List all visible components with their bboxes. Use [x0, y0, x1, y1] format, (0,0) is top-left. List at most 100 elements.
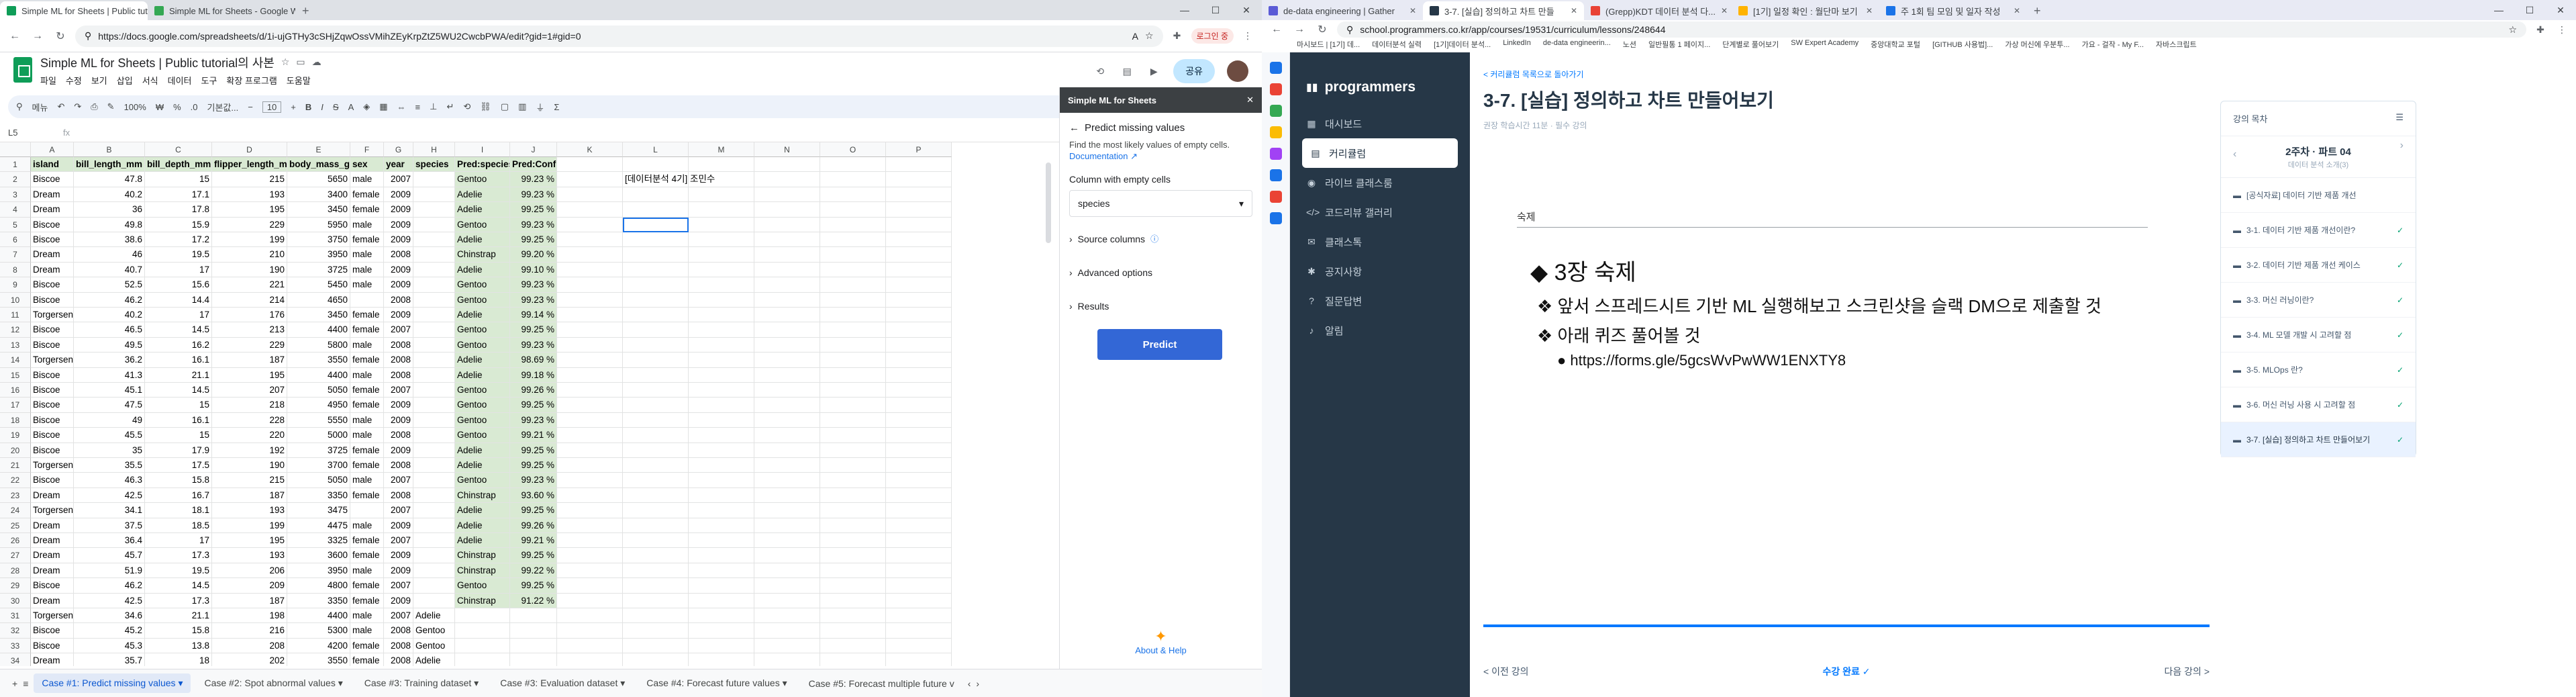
- advanced-options-expander[interactable]: › Advanced options: [1060, 244, 1262, 278]
- empty-cell[interactable]: [820, 367, 886, 383]
- data-cell[interactable]: 98.69 %: [510, 353, 557, 368]
- link-icon[interactable]: ⛓: [480, 101, 491, 112]
- data-cell[interactable]: 2008: [384, 623, 413, 639]
- column-header[interactable]: L: [623, 142, 689, 157]
- column-header[interactable]: D: [212, 142, 287, 157]
- data-cell[interactable]: female: [350, 533, 384, 549]
- data-cell[interactable]: Gentoo: [455, 428, 510, 443]
- data-cell[interactable]: 18.5: [145, 518, 212, 533]
- bookmark-item[interactable]: 단계별로 풀어보기: [1722, 39, 1779, 52]
- data-cell[interactable]: 2007: [384, 172, 413, 187]
- data-cell[interactable]: 99.21 %: [510, 533, 557, 549]
- data-cell[interactable]: Dream: [31, 187, 74, 203]
- toc-item[interactable]: ▬ 3-4. ML 모델 개발 시 고려할 점 ✓: [2221, 318, 2416, 353]
- empty-cell[interactable]: [623, 353, 689, 368]
- data-cell[interactable]: [413, 593, 455, 608]
- data-cell[interactable]: 13.8: [145, 638, 212, 654]
- data-cell[interactable]: 99.23 %: [510, 277, 557, 293]
- data-cell[interactable]: 229: [212, 337, 287, 353]
- column-header[interactable]: K: [557, 142, 623, 157]
- data-cell[interactable]: male: [350, 277, 384, 293]
- data-cell[interactable]: 187: [212, 353, 287, 368]
- empty-cell[interactable]: [886, 398, 952, 413]
- empty-cell[interactable]: [689, 157, 754, 173]
- empty-cell[interactable]: [754, 367, 820, 383]
- empty-cell[interactable]: [623, 247, 689, 263]
- comment-add-icon[interactable]: ▢: [501, 101, 509, 112]
- row-header[interactable]: 24: [0, 503, 31, 518]
- empty-cell[interactable]: [820, 458, 886, 473]
- row-header[interactable]: 27: [0, 548, 31, 563]
- function-icon[interactable]: Σ: [554, 102, 559, 112]
- empty-cell[interactable]: [623, 277, 689, 293]
- empty-cell[interactable]: [689, 262, 754, 278]
- percent-icon[interactable]: %: [173, 102, 181, 112]
- bookmark-item[interactable]: SW Expert Academy: [1791, 39, 1859, 52]
- row-header[interactable]: 2: [0, 172, 31, 187]
- row-header[interactable]: 29: [0, 578, 31, 594]
- data-cell[interactable]: Adelie: [455, 353, 510, 368]
- data-cell[interactable]: [413, 187, 455, 203]
- row-header[interactable]: 1: [0, 157, 31, 173]
- app-icon[interactable]: [1269, 191, 1282, 203]
- data-cell[interactable]: 206: [212, 563, 287, 579]
- row-header[interactable]: 17: [0, 398, 31, 413]
- data-cell[interactable]: Gentoo: [455, 292, 510, 308]
- data-cell[interactable]: Biscoe: [31, 232, 74, 248]
- data-cell[interactable]: 35: [74, 443, 145, 458]
- data-cell[interactable]: 16.1: [145, 412, 212, 428]
- next-lesson-button[interactable]: 다음 강의 >: [2165, 665, 2210, 678]
- data-cell[interactable]: Gentoo: [413, 638, 455, 654]
- empty-cell[interactable]: [689, 533, 754, 549]
- empty-cell[interactable]: [886, 247, 952, 263]
- data-cell[interactable]: 2008: [384, 367, 413, 383]
- empty-cell[interactable]: [689, 292, 754, 308]
- data-cell[interactable]: 210: [212, 247, 287, 263]
- data-cell[interactable]: Adelie: [455, 308, 510, 323]
- empty-cell[interactable]: [886, 277, 952, 293]
- data-cell[interactable]: male: [350, 518, 384, 533]
- data-cell[interactable]: [455, 623, 510, 639]
- empty-cell[interactable]: [689, 548, 754, 563]
- sheet-tab-2[interactable]: Case #2: Spot abnormal values ▾: [196, 673, 350, 693]
- font-size-minus-icon[interactable]: −: [248, 102, 253, 112]
- row-header[interactable]: 3: [0, 187, 31, 203]
- wrap-icon[interactable]: ↵: [446, 101, 454, 112]
- empty-cell[interactable]: [689, 443, 754, 458]
- data-cell[interactable]: 2008: [384, 247, 413, 263]
- data-cell[interactable]: [510, 638, 557, 654]
- header-cell[interactable]: bill_depth_mm: [145, 157, 212, 173]
- empty-cell[interactable]: [754, 157, 820, 173]
- chevron-right-icon[interactable]: ›: [2400, 140, 2404, 152]
- data-cell[interactable]: 3725: [287, 262, 350, 278]
- empty-cell[interactable]: [689, 608, 754, 624]
- empty-cell[interactable]: [689, 277, 754, 293]
- data-cell[interactable]: 99.23 %: [510, 187, 557, 203]
- data-cell[interactable]: 99.25 %: [510, 503, 557, 518]
- empty-cell[interactable]: [557, 337, 623, 353]
- data-cell[interactable]: [413, 232, 455, 248]
- data-cell[interactable]: Dream: [31, 247, 74, 263]
- bookmark-item[interactable]: 중앙대학교 포털: [1871, 39, 1920, 52]
- empty-cell[interactable]: [886, 653, 952, 666]
- empty-cell[interactable]: [689, 638, 754, 654]
- fill-color-icon[interactable]: ◈: [363, 101, 370, 112]
- empty-cell[interactable]: [557, 548, 623, 563]
- data-cell[interactable]: [413, 458, 455, 473]
- copilot-icon[interactable]: [1269, 62, 1282, 74]
- scroll-tabs-left-icon[interactable]: ‹: [968, 678, 971, 689]
- doc-title[interactable]: Simple ML for Sheets | Public tutorial의 …: [40, 54, 275, 71]
- empty-cell[interactable]: [754, 262, 820, 278]
- empty-cell[interactable]: [886, 623, 952, 639]
- data-cell[interactable]: Adelie: [455, 533, 510, 549]
- empty-cell[interactable]: [623, 487, 689, 504]
- data-cell[interactable]: 49.8: [74, 217, 145, 232]
- empty-cell[interactable]: [623, 292, 689, 308]
- empty-cell[interactable]: [623, 503, 689, 518]
- empty-cell[interactable]: [557, 262, 623, 278]
- data-cell[interactable]: [413, 503, 455, 518]
- data-cell[interactable]: male: [350, 623, 384, 639]
- column-header[interactable]: E: [287, 142, 350, 157]
- currency-icon[interactable]: ₩: [156, 102, 164, 112]
- empty-cell[interactable]: [623, 308, 689, 323]
